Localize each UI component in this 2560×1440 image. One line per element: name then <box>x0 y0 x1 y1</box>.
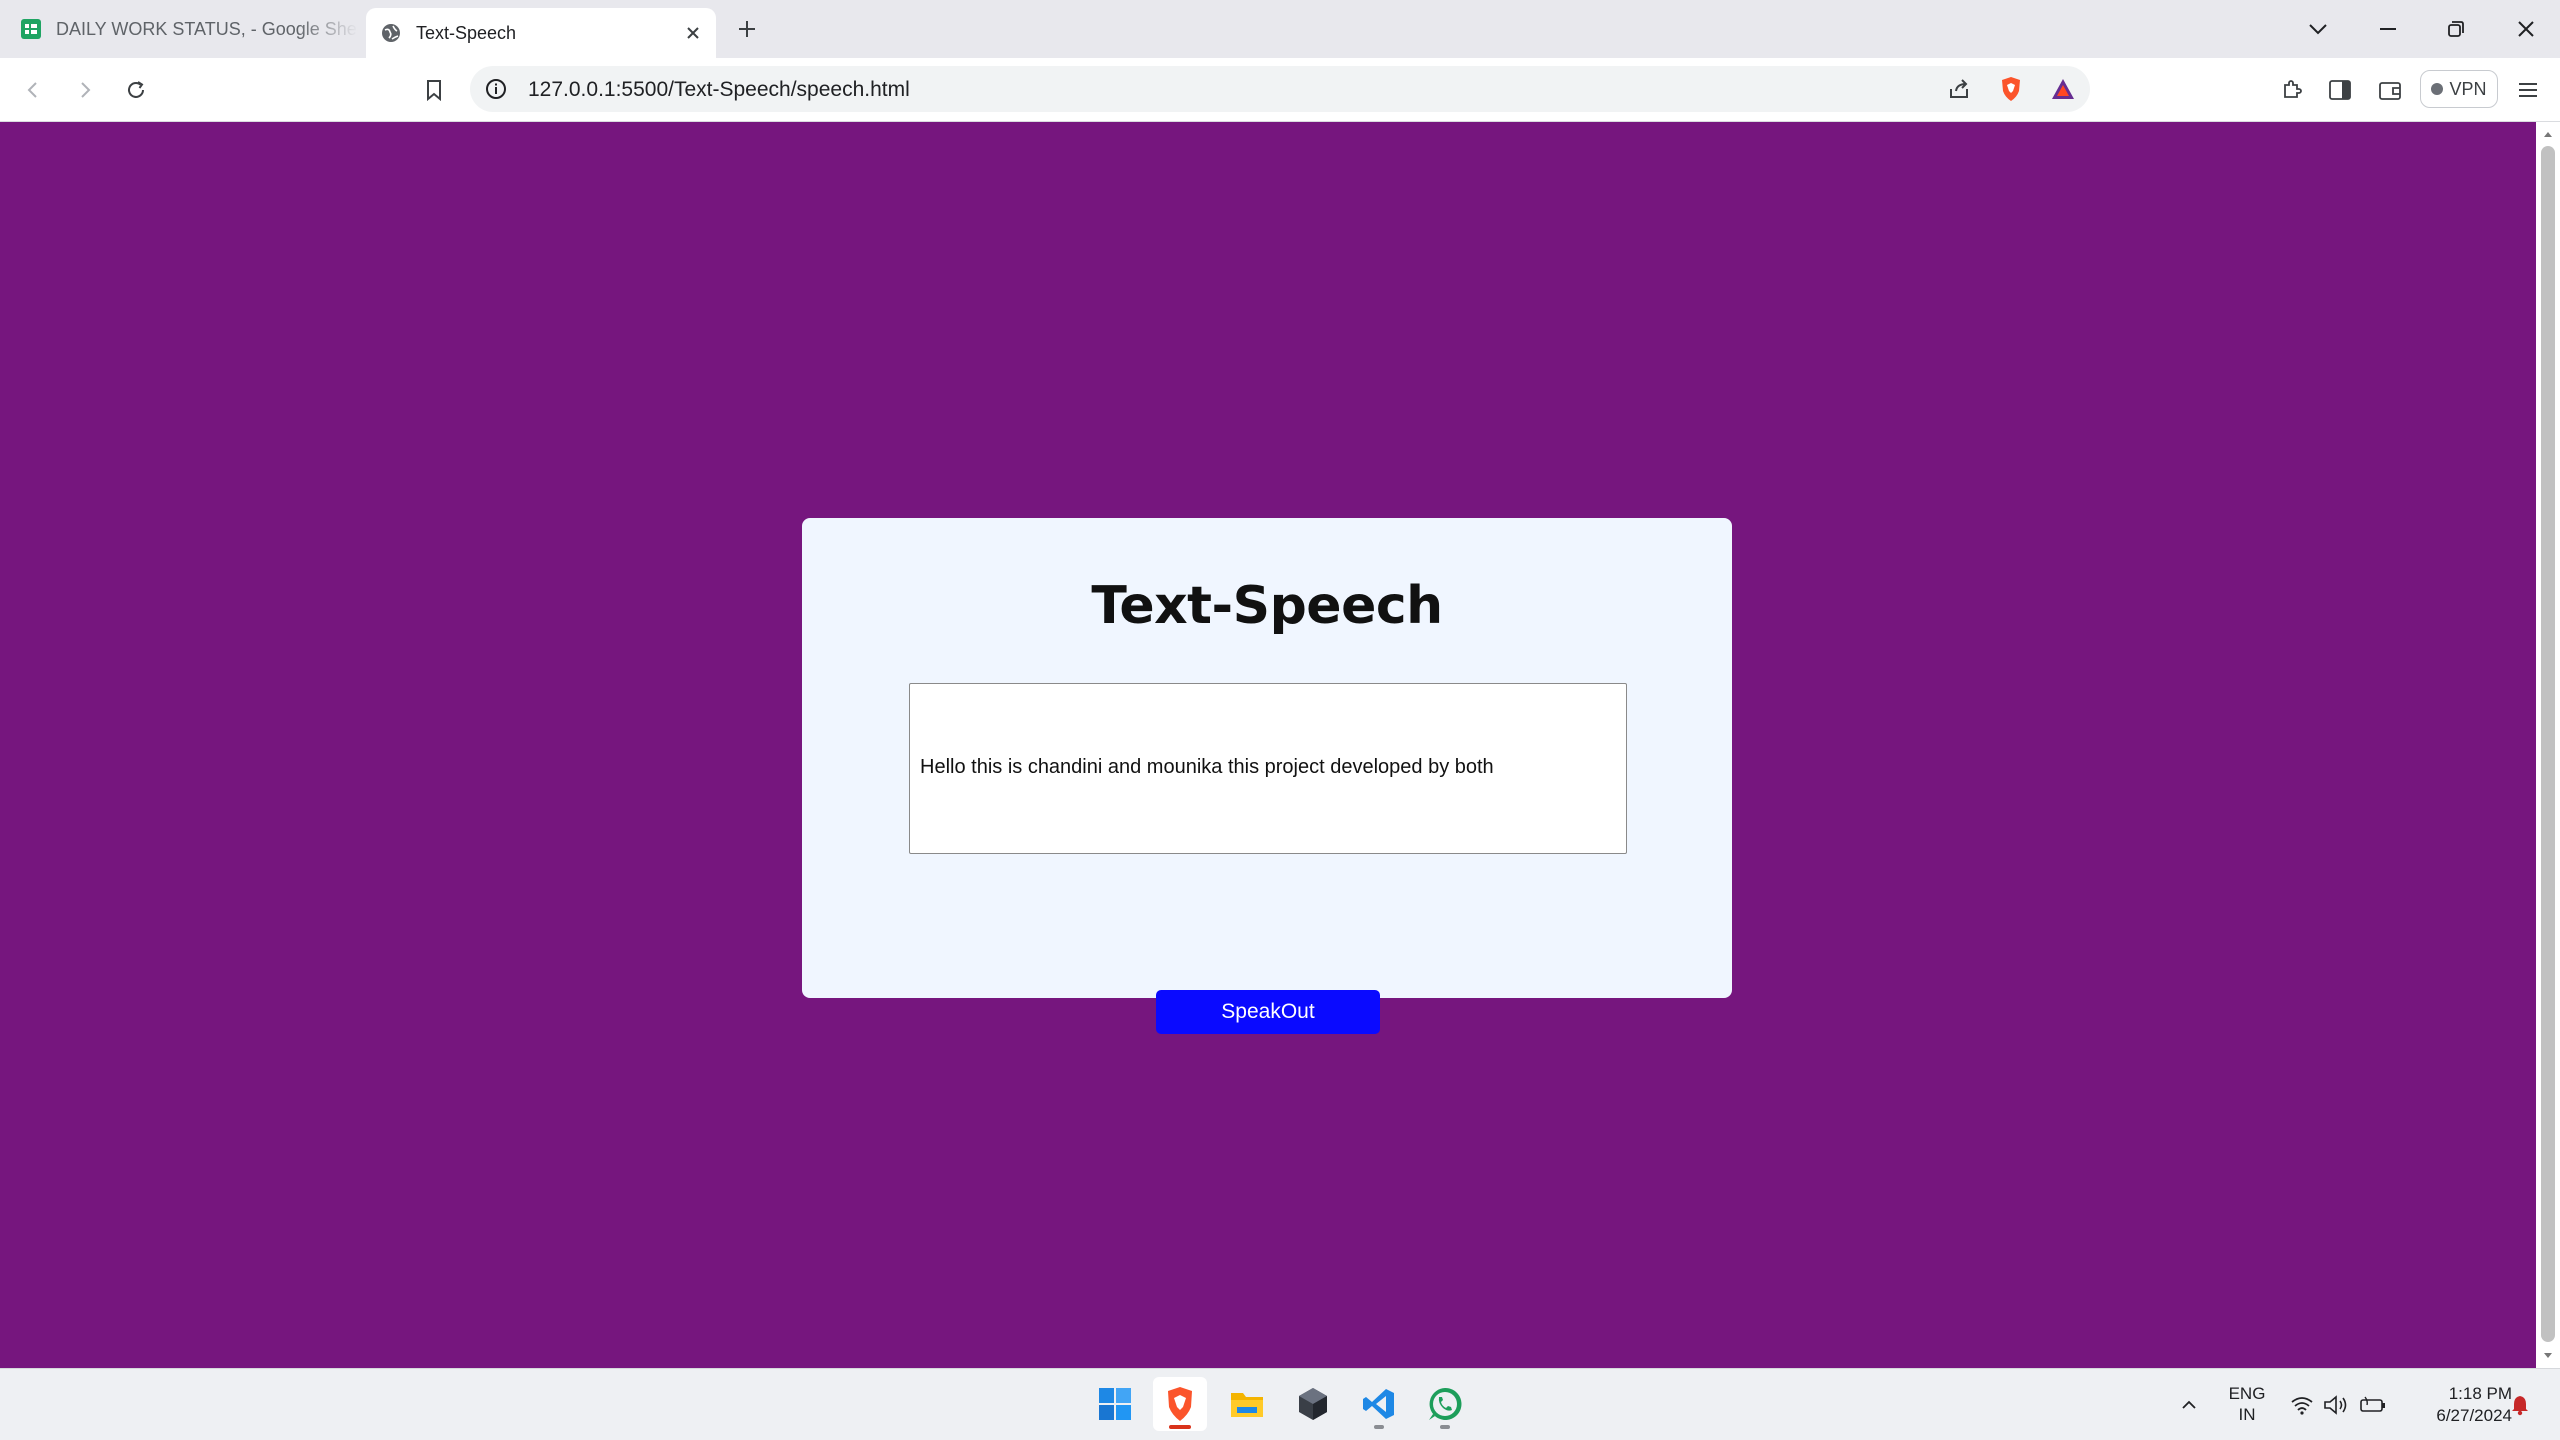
scroll-down-icon[interactable] <box>2542 1350 2554 1362</box>
battery-icon[interactable] <box>2358 1383 2388 1427</box>
restore-icon[interactable] <box>2434 10 2478 48</box>
language-code: ENG <box>2228 1384 2266 1403</box>
active-app-indicator <box>1169 1425 1191 1429</box>
globe-icon <box>380 22 402 44</box>
google-sheets-icon <box>20 18 42 40</box>
brave-shields-icon[interactable] <box>1996 74 2026 104</box>
scroll-up-icon[interactable] <box>2542 128 2554 140</box>
sidebar-icon[interactable] <box>2322 72 2358 108</box>
wallet-icon[interactable] <box>2372 72 2408 108</box>
unity-icon[interactable] <box>1286 1377 1340 1431</box>
close-tab-icon[interactable] <box>680 20 706 46</box>
tab-title: DAILY WORK STATUS, - Google Sheets <box>56 18 358 39</box>
region-code: IN <box>2238 1405 2256 1424</box>
tab-google-sheets[interactable]: DAILY WORK STATUS, - Google Sheets <box>8 8 358 50</box>
browser-toolbar: 127.0.0.1:5500/Text-Speech/speech.html V… <box>0 58 2560 122</box>
tab-title: Text-Speech <box>416 22 517 43</box>
reload-icon[interactable] <box>118 72 154 108</box>
tab-search-chevron-icon[interactable] <box>2296 10 2340 48</box>
vs-code-icon[interactable] <box>1352 1377 1406 1431</box>
vertical-scrollbar[interactable] <box>2536 122 2560 1368</box>
brave-browser-icon[interactable] <box>1153 1377 1207 1431</box>
wifi-icon[interactable] <box>2288 1383 2316 1427</box>
speech-text-input[interactable]: Hello this is chandini and mounika this … <box>909 683 1627 854</box>
file-explorer-icon[interactable] <box>1220 1377 1274 1431</box>
new-tab-button[interactable] <box>732 14 762 44</box>
scrollbar-thumb[interactable] <box>2541 146 2555 1342</box>
url-text: 127.0.0.1:5500/Text-Speech/speech.html <box>528 78 910 101</box>
menu-icon[interactable] <box>2510 72 2546 108</box>
vpn-button[interactable]: VPN <box>2420 70 2498 108</box>
minimize-icon[interactable] <box>2366 10 2410 48</box>
extensions-icon[interactable] <box>2274 72 2310 108</box>
clock-date: 6/27/2024 <box>2436 1406 2512 1425</box>
back-arrow-icon[interactable] <box>16 72 52 108</box>
whatsapp-icon[interactable] <box>1418 1377 1472 1431</box>
running-app-indicator <box>1440 1425 1450 1429</box>
browser-tab-strip: DAILY WORK STATUS, - Google Sheets Text-… <box>0 0 2560 58</box>
site-info-icon[interactable] <box>482 75 510 103</box>
clock-time: 1:18 PM <box>2448 1384 2512 1403</box>
show-hidden-icons-chevron-icon[interactable] <box>2176 1383 2202 1427</box>
close-window-icon[interactable] <box>2504 10 2548 48</box>
page-title: Text-Speech <box>1091 576 1443 636</box>
vpn-status-icon <box>2431 83 2444 95</box>
windows-taskbar: ENG IN 1:18 PM 6/27/2024 <box>0 1368 2560 1440</box>
language-indicator[interactable]: ENG IN <box>2222 1383 2272 1425</box>
volume-icon[interactable] <box>2322 1383 2350 1427</box>
forward-arrow-icon[interactable] <box>66 72 102 108</box>
address-bar[interactable]: 127.0.0.1:5500/Text-Speech/speech.html <box>470 66 2090 112</box>
text-speech-card: Text-Speech Hello this is chandini and m… <box>802 518 1732 1034</box>
brave-rewards-icon[interactable] <box>2048 74 2078 104</box>
page-viewport: Text-Speech Hello this is chandini and m… <box>0 122 2536 1368</box>
tab-text-speech[interactable]: Text-Speech <box>366 8 716 58</box>
windows-start-icon[interactable] <box>1088 1377 1142 1431</box>
system-clock[interactable]: 1:18 PM 6/27/2024 <box>2402 1383 2512 1427</box>
notification-bell-icon[interactable] <box>2506 1383 2534 1427</box>
speak-out-button[interactable]: SpeakOut <box>1156 990 1380 1034</box>
bookmark-icon[interactable] <box>416 72 452 108</box>
running-app-indicator <box>1374 1425 1384 1429</box>
vpn-label: VPN <box>2449 78 2487 99</box>
share-icon[interactable] <box>1944 74 1974 104</box>
